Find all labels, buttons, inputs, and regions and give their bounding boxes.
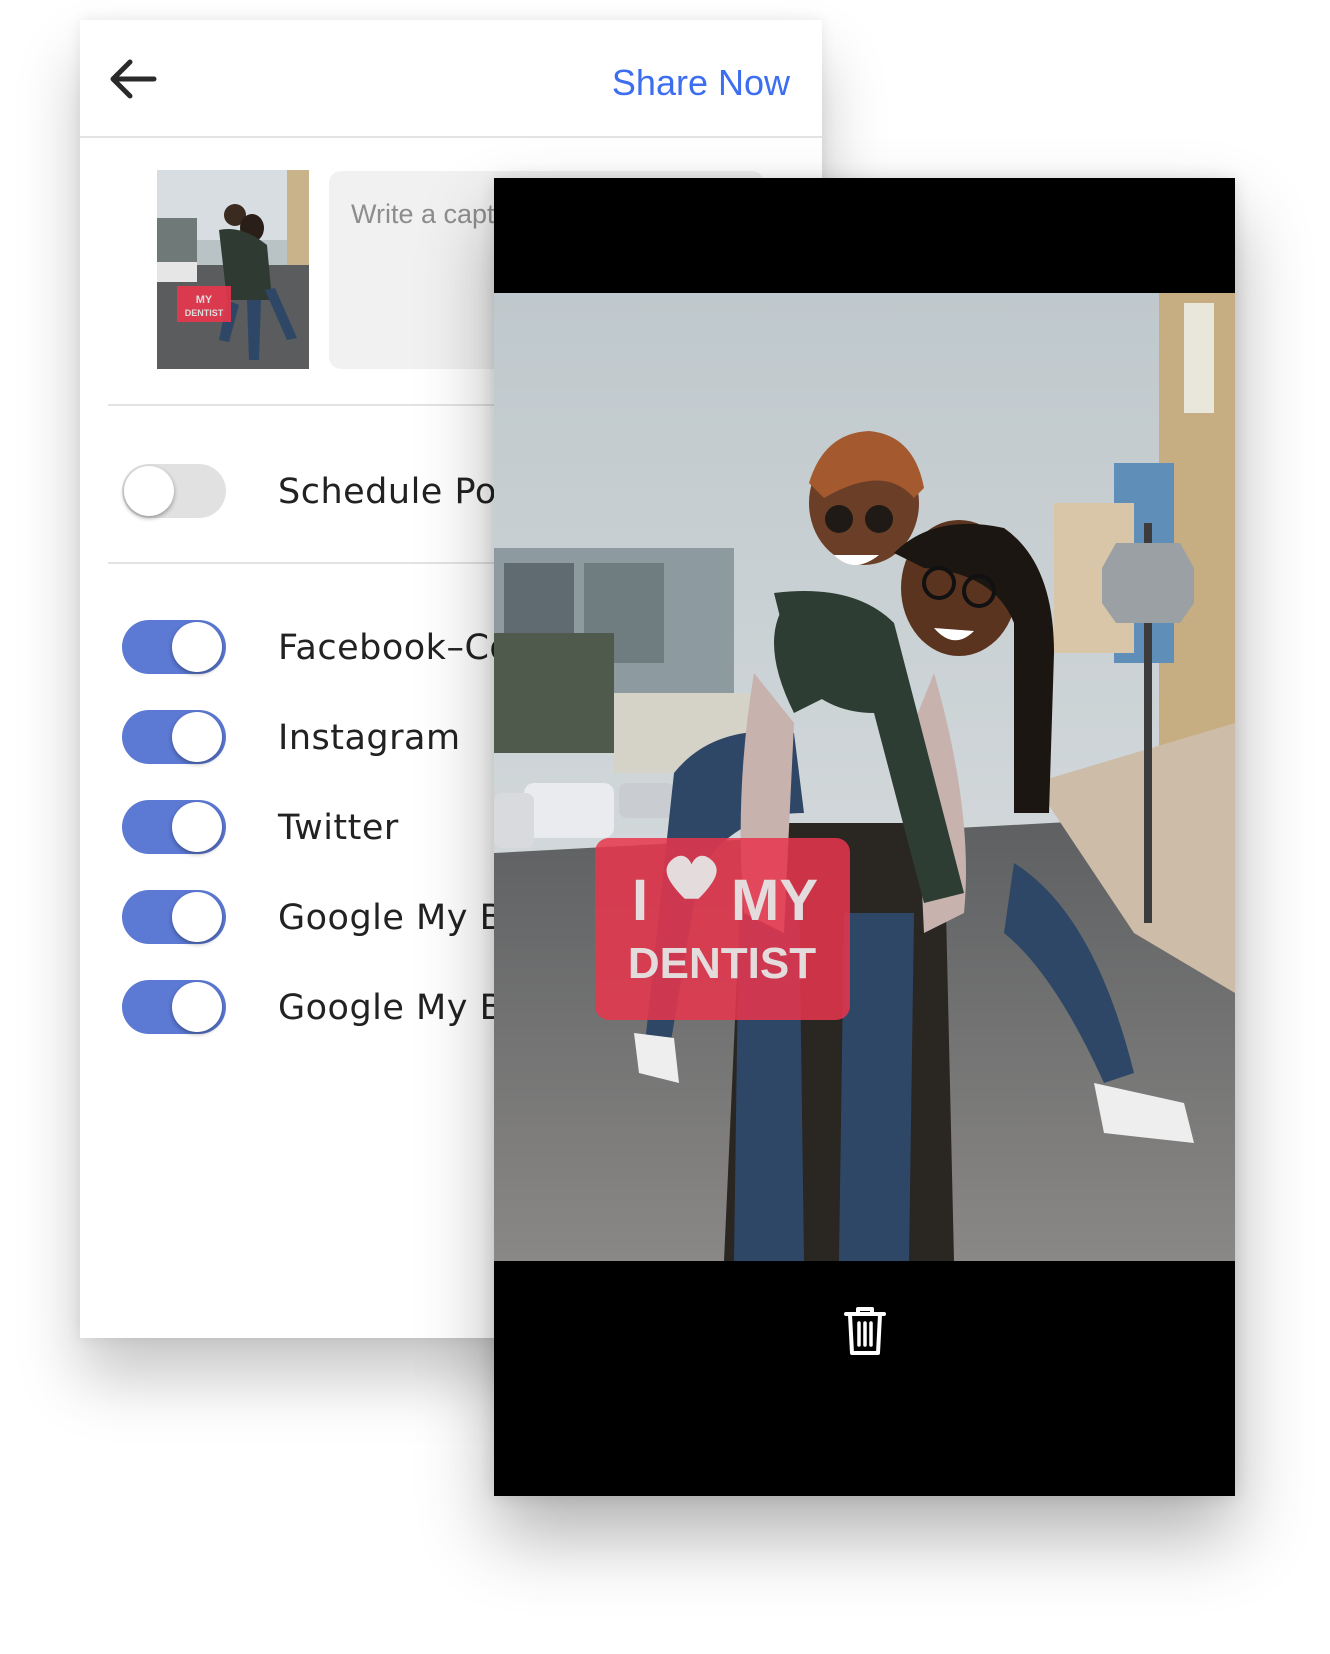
caption-placeholder: Write a capt <box>351 199 495 229</box>
preview-photo: I MY DENTIST <box>494 293 1235 1261</box>
toggle-knob <box>172 892 222 942</box>
toggle-knob <box>124 466 174 516</box>
toggle-knob <box>172 712 222 762</box>
thumb-badge-text: MY <box>196 294 213 306</box>
image-preview: I MY DENTIST <box>494 178 1235 1496</box>
share-now-button[interactable]: Share Now <box>612 62 790 104</box>
toggle-knob <box>172 802 222 852</box>
schedule-post-toggle[interactable] <box>122 464 226 518</box>
badge-text-i: I <box>632 868 648 933</box>
twitter-toggle[interactable] <box>122 800 226 854</box>
google-my-business-toggle[interactable] <box>122 890 226 944</box>
back-button[interactable] <box>106 52 160 106</box>
badge-text-dentist: DENTIST <box>628 939 816 988</box>
toggle-knob <box>172 982 222 1032</box>
account-label: Instagram <box>278 718 461 758</box>
arrow-left-icon <box>110 59 157 99</box>
delete-button[interactable] <box>842 1305 888 1357</box>
trash-icon <box>844 1307 886 1355</box>
facebook-toggle[interactable] <box>122 620 226 674</box>
schedule-post-label: Schedule Post <box>278 472 530 512</box>
google-my-business-toggle[interactable] <box>122 980 226 1034</box>
thumb-badge-subtext: DENTIST <box>185 308 224 318</box>
toggle-knob <box>172 622 222 672</box>
top-bar: Share Now <box>80 20 822 138</box>
account-label: Twitter <box>278 808 399 848</box>
post-thumbnail: MY DENTIST <box>157 170 309 369</box>
badge-text-my: MY <box>731 868 818 933</box>
instagram-toggle[interactable] <box>122 710 226 764</box>
